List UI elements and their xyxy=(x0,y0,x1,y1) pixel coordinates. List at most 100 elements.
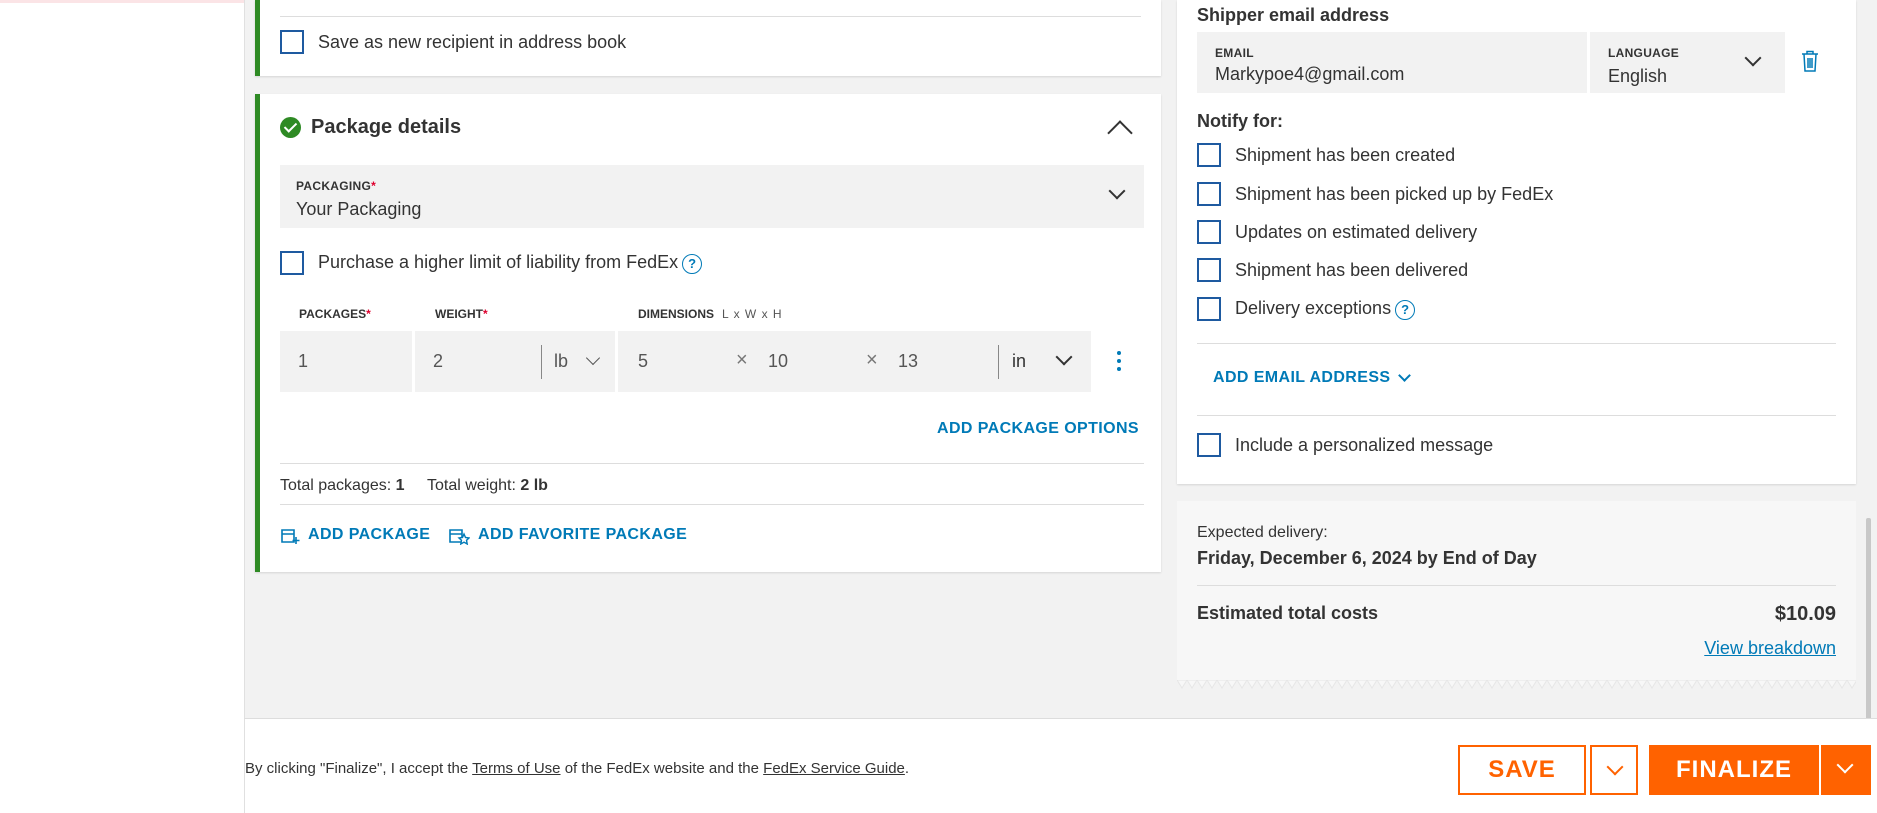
total-packages-value: 1 xyxy=(395,477,405,494)
dimensions-input[interactable]: 5 × 10 × 13 in xyxy=(618,331,1091,392)
notify-option-label: Shipment has been created xyxy=(1235,144,1456,165)
expected-delivery-label: Expected delivery: xyxy=(1197,524,1328,541)
check-circle-icon xyxy=(280,117,301,138)
chevron-down-icon[interactable] xyxy=(1055,348,1073,366)
save-button[interactable]: SAVE xyxy=(1458,745,1586,795)
chevron-down-icon xyxy=(1836,756,1854,774)
add-package-button[interactable]: ADD PACKAGE xyxy=(280,525,430,545)
packages-input[interactable]: 1 xyxy=(280,331,412,392)
expected-delivery-value: Friday, December 6, 2024 by End of Day xyxy=(1197,548,1537,568)
divider xyxy=(1197,415,1836,416)
estimated-cost-label: Estimated total costs xyxy=(1197,603,1379,623)
add-favorite-package-label: ADD FAVORITE PACKAGE xyxy=(478,526,688,543)
chevron-down-icon[interactable] xyxy=(585,350,601,366)
save-address-book-label: Save as new recipient in address book xyxy=(318,31,627,52)
add-package-icon xyxy=(281,529,300,544)
packages-column-label: PACKAGES* xyxy=(299,307,371,321)
notify-option-label: Shipment has been picked up by FedEx xyxy=(1235,183,1554,204)
notify-estimated-checkbox[interactable] xyxy=(1197,220,1221,244)
notify-option-exceptions[interactable]: Delivery exceptions? xyxy=(1197,297,1416,321)
email-label: EMAIL xyxy=(1215,46,1254,60)
times-icon: × xyxy=(866,349,878,371)
packaging-label: PACKAGING* xyxy=(296,179,377,193)
chevron-up-icon[interactable] xyxy=(1107,120,1133,146)
delivery-summary-card: Expected delivery: Friday, December 6, 2… xyxy=(1177,501,1856,689)
add-email-address-button[interactable]: ADD EMAIL ADDRESS xyxy=(1213,369,1412,387)
recipient-card: Save as new recipient in address book xyxy=(255,0,1161,76)
divider xyxy=(280,463,1144,464)
dimensions-column-label: DIMENSIONS L x W x H xyxy=(638,307,783,321)
language-label: LANGUAGE xyxy=(1608,46,1680,60)
more-options-icon[interactable] xyxy=(1117,351,1121,373)
package-details-card: Package details PACKAGING* Your Packagin… xyxy=(255,94,1161,572)
save-address-book-row[interactable]: Save as new recipient in address book xyxy=(280,30,626,54)
service-guide-link[interactable]: FedEx Service Guide xyxy=(763,760,905,777)
zigzag-edge xyxy=(1177,680,1856,689)
liability-row[interactable]: Purchase a higher limit of liability fro… xyxy=(280,251,703,275)
zigzag-edge xyxy=(1177,501,1856,511)
liability-checkbox[interactable] xyxy=(280,251,304,275)
personalized-message-checkbox[interactable] xyxy=(1197,433,1221,457)
help-icon[interactable]: ? xyxy=(1395,299,1416,320)
finalize-button[interactable]: FINALIZE xyxy=(1649,745,1819,795)
notify-for-title: Notify for: xyxy=(1197,111,1283,131)
finalize-options-button[interactable] xyxy=(1821,745,1871,795)
footer-bar: By clicking "Finalize", I accept the Ter… xyxy=(244,718,1877,813)
help-icon[interactable]: ? xyxy=(682,253,703,274)
email-value: Markypoe4@gmail.com xyxy=(1215,64,1405,84)
total-weight-value: 2 lb xyxy=(520,477,548,494)
notify-picked-up-checkbox[interactable] xyxy=(1197,182,1221,206)
notify-option-delivered[interactable]: Shipment has been delivered xyxy=(1197,258,1468,282)
notify-created-checkbox[interactable] xyxy=(1197,143,1221,167)
language-select[interactable]: LANGUAGE English xyxy=(1590,32,1785,93)
save-options-button[interactable] xyxy=(1590,745,1638,795)
packaging-value: Your Packaging xyxy=(296,199,422,219)
notify-option-created[interactable]: Shipment has been created xyxy=(1197,143,1455,167)
notify-option-picked-up[interactable]: Shipment has been picked up by FedEx xyxy=(1197,182,1553,206)
length-value[interactable]: 5 xyxy=(638,351,648,372)
trash-icon[interactable] xyxy=(1801,50,1819,72)
totals-row: Total packages: 1 Total weight: 2 lb xyxy=(280,477,548,494)
notify-option-label: Shipment has been delivered xyxy=(1235,259,1469,280)
separator xyxy=(998,345,999,379)
chevron-down-icon xyxy=(1398,369,1412,382)
package-details-header: Package details xyxy=(280,116,461,139)
view-breakdown-link[interactable]: View breakdown xyxy=(1704,638,1836,659)
notify-option-estimated[interactable]: Updates on estimated delivery xyxy=(1197,220,1477,244)
packages-value: 1 xyxy=(298,351,309,371)
notify-delivered-checkbox[interactable] xyxy=(1197,258,1221,282)
weight-input[interactable]: 2 lb xyxy=(415,331,615,392)
email-field[interactable]: EMAIL Markypoe4@gmail.com xyxy=(1197,32,1587,93)
chevron-down-icon xyxy=(1606,758,1624,776)
liability-label: Purchase a higher limit of liability fro… xyxy=(318,252,703,274)
divider xyxy=(1197,585,1836,586)
add-favorite-package-button[interactable]: ADD FAVORITE PACKAGE xyxy=(448,525,687,545)
dimension-unit[interactable]: in xyxy=(1012,351,1026,372)
width-value[interactable]: 10 xyxy=(768,351,788,372)
personalized-message-row[interactable]: Include a personalized message xyxy=(1197,433,1493,457)
terms-of-use-link[interactable]: Terms of Use xyxy=(472,760,560,777)
times-icon: × xyxy=(736,349,748,371)
weight-unit[interactable]: lb xyxy=(554,351,568,372)
divider xyxy=(1197,343,1836,344)
favorite-package-icon xyxy=(449,529,470,545)
add-email-address-label: ADD EMAIL ADDRESS xyxy=(1213,369,1391,386)
save-address-book-checkbox[interactable] xyxy=(280,30,304,54)
notifications-card: Shipper email address EMAIL Markypoe4@gm… xyxy=(1177,0,1856,484)
divider xyxy=(280,504,1144,505)
notify-option-label: Delivery exceptions? xyxy=(1235,298,1416,320)
notify-exceptions-checkbox[interactable] xyxy=(1197,297,1221,321)
legal-text: By clicking "Finalize", I accept the Ter… xyxy=(245,760,910,777)
packaging-select[interactable]: PACKAGING* Your Packaging xyxy=(280,165,1144,228)
add-package-label: ADD PACKAGE xyxy=(308,526,431,543)
divider xyxy=(280,16,1141,17)
add-package-options-link[interactable]: ADD PACKAGE OPTIONS xyxy=(937,420,1139,438)
weight-column-label: WEIGHT* xyxy=(435,307,488,321)
package-details-title: Package details xyxy=(311,116,462,138)
weight-value: 2 xyxy=(433,351,444,371)
chevron-down-icon xyxy=(1108,182,1126,200)
chevron-down-icon xyxy=(1744,49,1762,67)
notify-option-label: Updates on estimated delivery xyxy=(1235,221,1478,242)
height-value[interactable]: 13 xyxy=(898,351,918,372)
estimated-cost-value: $10.09 xyxy=(1774,603,1836,625)
